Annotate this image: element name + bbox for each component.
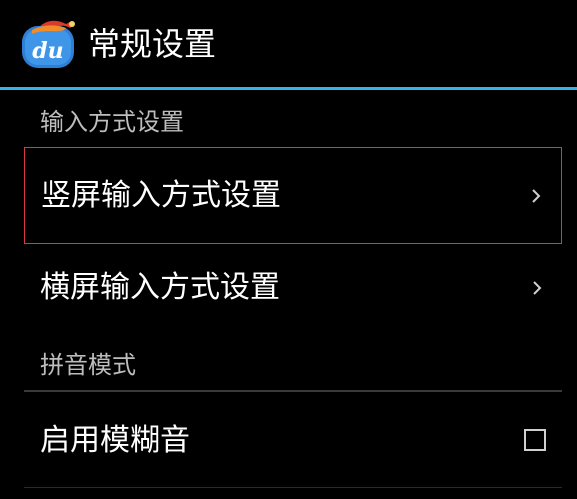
category-input-method: 输入方式设置	[40, 108, 184, 136]
pref-title: 竖屏输入方式设置	[41, 178, 281, 213]
pref-landscape-input-settings[interactable]: 横屏输入方式设置	[24, 244, 562, 336]
category-divider	[24, 390, 562, 392]
svg-text:du: du	[32, 38, 63, 64]
action-bar: du 常规设置	[0, 0, 577, 88]
page-title: 常规设置	[88, 25, 217, 63]
pref-fuzzy-pinyin[interactable]: 启用模糊音	[24, 393, 562, 487]
pref-title: 横屏输入方式设置	[40, 270, 280, 305]
category-pinyin-mode: 拼音模式	[40, 351, 136, 379]
du-logo-icon[interactable]: du	[20, 18, 76, 70]
pref-portrait-input-settings[interactable]: 竖屏输入方式设置	[24, 147, 562, 244]
row-divider	[24, 487, 562, 488]
fuzzy-pinyin-checkbox[interactable]	[524, 429, 546, 451]
pref-title: 启用模糊音	[40, 423, 190, 458]
chevron-right-icon	[531, 188, 541, 204]
action-bar-divider	[0, 87, 577, 90]
chevron-right-icon	[532, 280, 542, 296]
